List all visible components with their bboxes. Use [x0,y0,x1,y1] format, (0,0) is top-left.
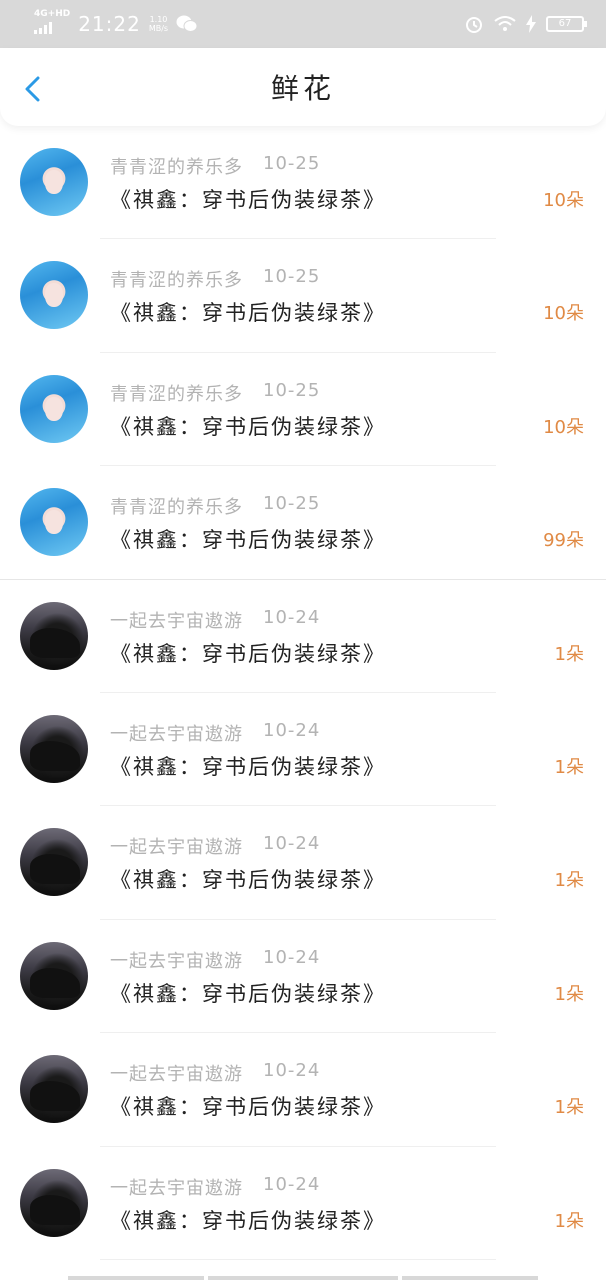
status-left: 4G+HD 21:22 1.10 MB/s [34,10,198,38]
date: 10-24 [263,606,321,628]
list-item[interactable]: 青青涩的养乐多 10-25 《祺鑫：穿书后伪装绿茶》 10朵 [0,126,606,240]
avatar[interactable] [20,601,88,670]
sender-name: 一起去宇宙遨游 [110,1064,243,1086]
meta-line: 一起去宇宙遨游 10-24 [110,947,320,973]
clock: 21:22 [78,12,141,36]
status-bar: 4G+HD 21:22 1.10 MB/s 67 [0,0,606,48]
meta-line: 青青涩的养乐多 10-25 [110,153,320,179]
sender-name: 一起去宇宙遨游 [110,837,243,859]
avatar[interactable] [20,148,88,216]
alarm-icon [466,17,482,33]
speed-unit: MB/s [148,24,169,33]
sender-name: 一起去宇宙遨游 [110,1177,243,1199]
bottom-bar-segment [208,1276,398,1280]
list-item[interactable]: 一起去宇宙遨游 10-24 《祺鑫：穿书后伪装绿茶》 1朵 [0,1147,606,1260]
flower-count: 10朵 [543,303,584,325]
avatar[interactable] [20,941,88,1010]
battery-icon: 67 [546,16,587,32]
back-icon[interactable] [22,76,44,102]
flower-count: 1朵 [554,983,584,1005]
date: 10-24 [263,946,321,968]
meta-line: 一起去宇宙遨游 10-24 [110,1174,320,1200]
flower-count: 99朵 [543,530,584,552]
avatar[interactable] [20,488,88,557]
sender-name: 青青涩的养乐多 [110,383,243,405]
flower-count: 10朵 [543,190,584,211]
page-title: 鲜花 [270,72,335,105]
meta-line: 青青涩的养乐多 10-25 [110,266,320,292]
network-type: 4G+HD [34,9,71,19]
avatar[interactable] [20,1055,88,1124]
list-item[interactable]: 一起去宇宙遨游 10-24 《祺鑫：穿书后伪装绿茶》 1朵 [0,1033,606,1147]
book-title: 《祺鑫：穿书后伪装绿茶》 [110,528,386,553]
meta-line: 一起去宇宙遨游 10-24 [110,1060,320,1086]
flower-count: 1朵 [554,870,584,892]
avatar[interactable] [20,714,88,783]
book-title: 《祺鑫：穿书后伪装绿茶》 [110,301,386,326]
signal-bars-icon [34,22,52,34]
wifi-icon [494,16,516,31]
book-title: 《祺鑫：穿书后伪装绿茶》 [110,1095,386,1120]
bottom-bar-segment [402,1276,538,1280]
sender-name: 一起去宇宙遨游 [110,610,243,632]
book-title: 《祺鑫：穿书后伪装绿茶》 [110,414,386,439]
list-item[interactable]: 青青涩的养乐多 10-25 《祺鑫：穿书后伪装绿茶》 10朵 [0,353,606,467]
sender-name: 青青涩的养乐多 [110,270,243,292]
flower-count: 1朵 [554,1210,584,1232]
wechat-icon [176,15,198,32]
flower-count: 1朵 [554,756,584,778]
list-item[interactable]: 一起去宇宙遨游 10-24 《祺鑫：穿书后伪装绿茶》 1朵 [0,920,606,1034]
avatar[interactable] [20,828,88,897]
date: 10-24 [263,1060,321,1082]
flower-list: 青青涩的养乐多 10-25 《祺鑫：穿书后伪装绿茶》 10朵 青青涩的养乐多 1… [0,126,606,1260]
speed-value: 1.10 [149,15,168,24]
list-item[interactable]: 青青涩的养乐多 10-25 《祺鑫：穿书后伪装绿茶》 99朵 [0,466,606,580]
avatar[interactable] [20,261,88,330]
sender-name: 一起去宇宙遨游 [110,950,243,972]
date: 10-25 [263,379,321,401]
list-item[interactable]: 一起去宇宙遨游 10-24 《祺鑫：穿书后伪装绿茶》 1朵 [0,580,606,693]
bottom-bar-segment [68,1276,204,1280]
meta-line: 青青涩的养乐多 10-25 [110,493,320,519]
date: 10-25 [263,153,321,174]
flower-count: 1朵 [554,1097,584,1119]
sender-name: 青青涩的养乐多 [110,157,243,178]
date: 10-25 [263,493,321,515]
meta-line: 一起去宇宙遨游 10-24 [110,833,320,859]
date: 10-24 [263,719,321,741]
sender-name: 一起去宇宙遨游 [110,723,243,745]
book-title: 《祺鑫：穿书后伪装绿茶》 [110,1208,386,1233]
book-title: 《祺鑫：穿书后伪装绿茶》 [110,754,386,779]
book-title: 《祺鑫：穿书后伪装绿茶》 [110,981,386,1006]
date: 10-25 [263,266,321,288]
book-title: 《祺鑫：穿书后伪装绿茶》 [110,641,386,666]
date: 10-24 [263,1173,321,1195]
signal-icon: 4G+HD [34,10,70,38]
meta-line: 一起去宇宙遨游 10-24 [110,720,320,746]
flower-count: 1朵 [554,643,584,665]
status-right: 67 [464,14,587,34]
meta-line: 青青涩的养乐多 10-25 [110,380,320,406]
list-item[interactable]: 青青涩的养乐多 10-25 《祺鑫：穿书后伪装绿茶》 10朵 [0,239,606,353]
divider [100,1258,496,1260]
book-title: 《祺鑫：穿书后伪装绿茶》 [110,868,386,893]
sender-name: 青青涩的养乐多 [110,497,243,519]
meta-line: 一起去宇宙遨游 10-24 [110,607,320,633]
header: 鲜花 [0,48,606,126]
book-title: 《祺鑫：穿书后伪装绿茶》 [110,188,386,212]
avatar[interactable] [20,374,88,443]
network-speed: 1.10 MB/s [149,15,168,33]
flower-count: 10朵 [543,416,584,438]
date: 10-24 [263,833,321,855]
list-item[interactable]: 一起去宇宙遨游 10-24 《祺鑫：穿书后伪装绿茶》 1朵 [0,693,606,807]
charging-icon [526,15,536,33]
avatar[interactable] [20,1168,88,1237]
list-item[interactable]: 一起去宇宙遨游 10-24 《祺鑫：穿书后伪装绿茶》 1朵 [0,806,606,920]
